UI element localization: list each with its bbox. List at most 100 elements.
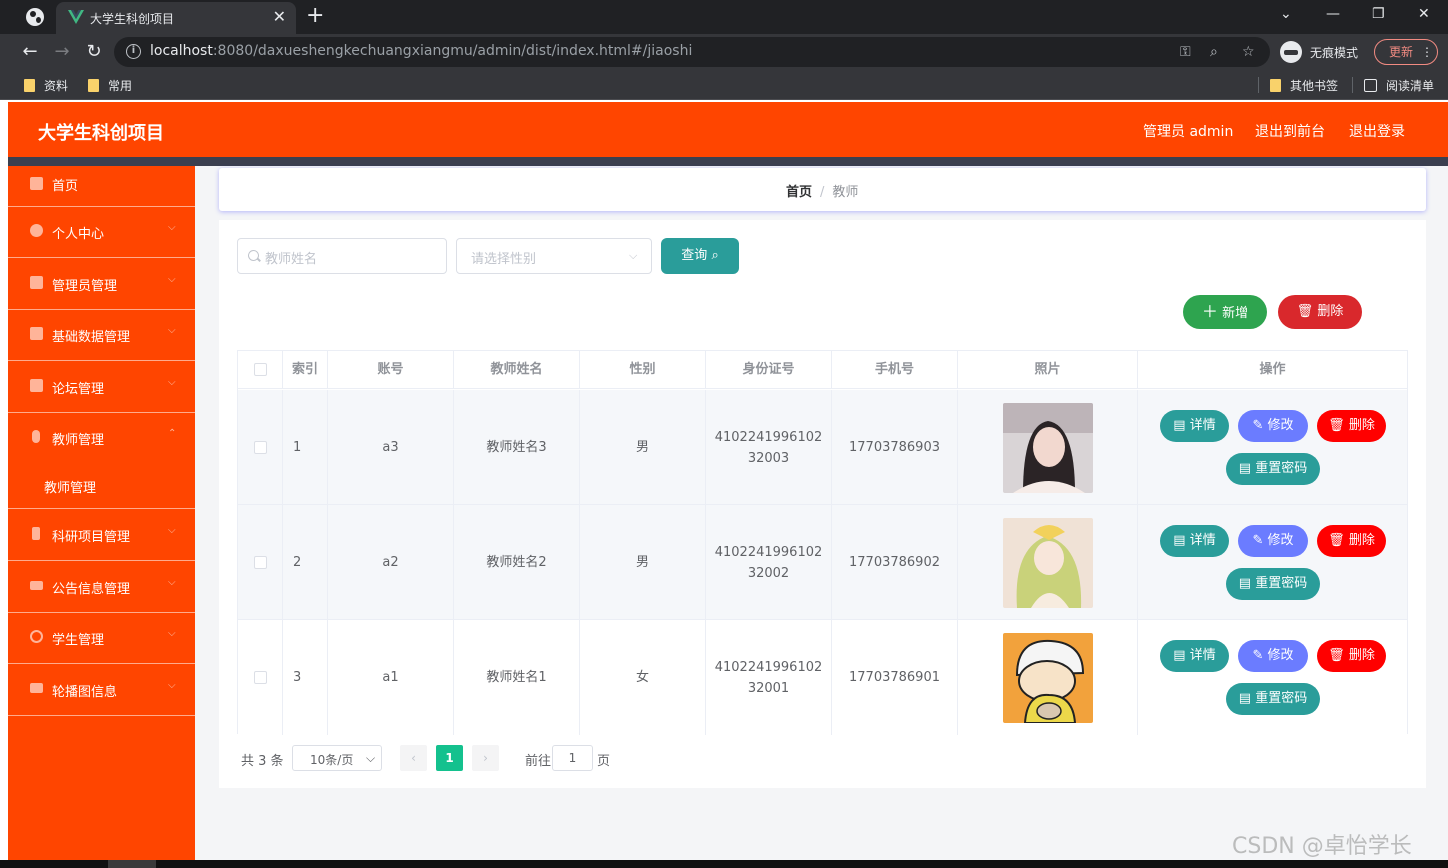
id-card-text: 410224199610232002	[714, 544, 823, 581]
row-checkbox[interactable]	[253, 556, 267, 569]
reset-password-button[interactable]: ▤ 重置密码	[1226, 568, 1320, 600]
delete-button[interactable]: 🗑 删除	[1317, 525, 1386, 557]
sidebar-item-research[interactable]: 科研项目管理 ⌵	[8, 510, 195, 561]
sidebar-item-notice[interactable]: 公告信息管理 ⌵	[8, 562, 195, 613]
bookmark-ziliao[interactable]: 资料	[24, 77, 68, 94]
chevron-down-icon: ⌵	[168, 325, 176, 336]
select-all-checkbox[interactable]	[253, 363, 267, 376]
reading-list-icon	[1364, 79, 1377, 92]
row-checkbox[interactable]	[253, 671, 267, 684]
new-tab-icon[interactable]: +	[306, 3, 324, 29]
operation-cell: ▤ 详情 ✎ 修改 🗑 删除 ▤ 重置密码	[1138, 390, 1407, 505]
address-bar[interactable]: i localhost:8080/daxueshengkechuangxiang…	[114, 37, 1270, 67]
sidebar-item-admin[interactable]: 管理员管理 ⌵	[8, 259, 195, 310]
sidebar-item-label: 管理员管理	[52, 279, 118, 294]
reload-icon[interactable]: ↻	[82, 40, 106, 64]
reset-password-button[interactable]: ▤ 重置密码	[1226, 453, 1320, 485]
sidebar-item-basic-data[interactable]: 基础数据管理 ⌵	[8, 310, 195, 361]
exit-to-front-link[interactable]: 退出到前台	[1255, 121, 1325, 141]
teacher-photo[interactable]	[1002, 632, 1093, 723]
url-text[interactable]: localhost:8080/daxueshengkechuangxiangmu…	[150, 43, 692, 59]
tab-search-chevron-icon[interactable]: ⌄	[1280, 4, 1292, 24]
account-cell: a2	[328, 505, 454, 620]
row-select-cell	[238, 390, 283, 505]
detail-label: 详情	[1189, 533, 1216, 548]
edit-button[interactable]: ✎ 修改	[1238, 640, 1308, 672]
document-icon: ▤	[1238, 576, 1252, 591]
page-unit-label: 页	[597, 754, 611, 769]
photo-cell	[958, 505, 1138, 620]
ticket-icon	[30, 581, 43, 590]
bookmark-star-icon[interactable]: ☆	[1242, 43, 1255, 61]
key-icon[interactable]: ⚿	[1180, 43, 1191, 61]
incognito-profile[interactable]: 无痕模式	[1280, 40, 1358, 64]
breadcrumb-trail: 首页 / 教师	[786, 181, 858, 200]
plus-icon: ＋	[1201, 302, 1218, 321]
delete-button[interactable]: 🗑 删除	[1317, 640, 1386, 672]
sidebar-item-forum[interactable]: 论坛管理 ⌵	[8, 362, 195, 413]
teacher-photo[interactable]	[1002, 517, 1093, 608]
bookmark-changyong[interactable]: 常用	[88, 77, 132, 94]
edit-button[interactable]: ✎ 修改	[1238, 410, 1308, 442]
breadcrumb-home[interactable]: 首页	[786, 185, 812, 200]
page-number-current[interactable]: 1	[436, 745, 463, 771]
sidebar-item-student[interactable]: 学生管理 ⌵	[8, 613, 195, 664]
goto-page-input[interactable]: 1	[552, 745, 593, 771]
back-icon[interactable]: ←	[18, 40, 42, 64]
tab-title: 大学生科创项目	[90, 12, 175, 26]
forward-icon[interactable]: →	[50, 40, 74, 64]
reading-list[interactable]: 阅读清单	[1364, 77, 1434, 94]
info-icon[interactable]: i	[126, 44, 141, 59]
gender-select[interactable]: 请选择性别 ⌵	[456, 238, 652, 274]
query-button[interactable]: 查询 ⌕	[661, 238, 739, 274]
trash-icon: 🗑	[1328, 418, 1345, 433]
row-checkbox[interactable]	[253, 441, 267, 454]
detail-button[interactable]: ▤ 详情	[1160, 525, 1229, 557]
zoom-icon[interactable]: ⌕	[1210, 43, 1218, 61]
detail-button[interactable]: ▤ 详情	[1160, 410, 1229, 442]
taskbar-active-app[interactable]	[108, 860, 156, 868]
gender-cell: 男	[580, 505, 706, 620]
column-header: 性别	[580, 351, 706, 389]
sidebar-item-label: 首页	[52, 179, 79, 194]
browser-tab[interactable]: 大学生科创项目 ✕	[56, 2, 296, 34]
row-select-cell	[238, 505, 283, 620]
index-cell: 1	[283, 390, 328, 505]
minimize-icon[interactable]: —	[1326, 4, 1340, 24]
pagination: 共 3 条 10条/页 ⌵ ‹ 1 › 前往 1 页	[219, 745, 919, 771]
chevron-down-icon: ⌵	[168, 577, 176, 588]
user-icon	[30, 224, 43, 237]
bookmark-other[interactable]: 其他书签	[1270, 77, 1338, 94]
edit-button[interactable]: ✎ 修改	[1238, 525, 1308, 557]
sidebar-item-home[interactable]: 首页	[8, 166, 195, 207]
sidebar-item-carousel[interactable]: 轮播图信息 ⌵	[8, 665, 195, 716]
sidebar-item-teacher[interactable]: 教师管理 ⌃	[8, 413, 195, 464]
delete-button[interactable]: 🗑 删除	[1317, 410, 1386, 442]
teacher-name-search-input[interactable]: 教师姓名	[237, 238, 447, 274]
prev-page-button[interactable]: ‹	[400, 745, 427, 771]
logout-link[interactable]: 退出登录	[1349, 121, 1405, 141]
page-size-select[interactable]: 10条/页 ⌵	[292, 745, 382, 771]
phone-icon	[32, 527, 40, 540]
microphone-icon	[32, 430, 40, 443]
sidebar-item-label: 公告信息管理	[52, 582, 131, 597]
detail-button[interactable]: ▤ 详情	[1160, 640, 1229, 672]
globe-icon[interactable]	[26, 8, 44, 26]
update-button[interactable]: 更新 ⋮	[1374, 39, 1438, 65]
folder-icon	[24, 79, 35, 92]
browser-tab-bar: 大学生科创项目 ✕ + ⌄ — ❐ ✕	[0, 0, 1448, 34]
close-window-icon[interactable]: ✕	[1418, 4, 1430, 24]
sidebar-item-profile[interactable]: 个人中心 ⌵	[8, 207, 195, 258]
reset-password-button[interactable]: ▤ 重置密码	[1226, 683, 1320, 715]
batch-delete-button[interactable]: 🗑 删除	[1278, 295, 1362, 329]
sidebar-subitem-teacher[interactable]: 教师管理	[8, 463, 195, 509]
search-icon: ⌕	[711, 248, 719, 263]
next-page-button[interactable]: ›	[472, 745, 499, 771]
teacher-photo[interactable]	[1002, 402, 1093, 493]
monitor-icon	[30, 683, 43, 693]
more-menu-icon[interactable]: ⋮	[1421, 40, 1433, 64]
add-button[interactable]: ＋ 新增	[1183, 295, 1267, 329]
maximize-icon[interactable]: ❐	[1372, 4, 1385, 24]
incognito-icon	[1280, 41, 1302, 63]
tab-close-icon[interactable]: ✕	[273, 7, 286, 27]
